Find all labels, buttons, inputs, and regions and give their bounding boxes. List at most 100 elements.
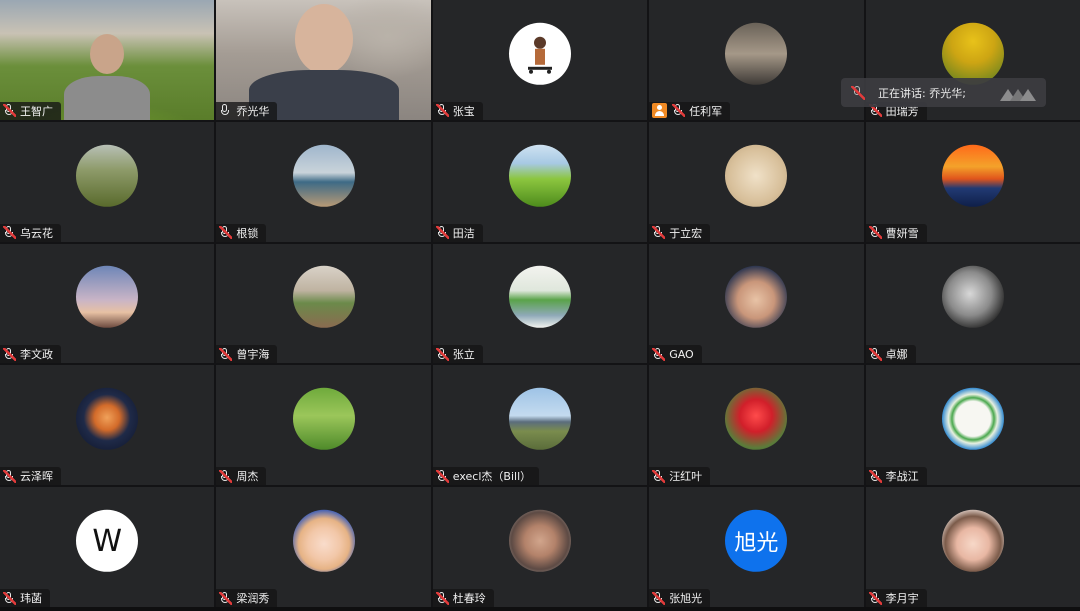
participant-tile[interactable]: 任利军: [649, 0, 864, 120]
participant-name: 李文政: [20, 348, 53, 362]
nameplate: 于立宏: [649, 223, 711, 242]
nameplate: 周杰: [216, 467, 267, 486]
participant-tile[interactable]: 田洁: [432, 121, 648, 242]
avatar: [941, 22, 1004, 85]
participant-tile[interactable]: 张宝: [432, 0, 648, 120]
participant-tile[interactable]: 梁润秀: [216, 487, 431, 607]
participant-tile[interactable]: 王智广: [0, 0, 215, 120]
participant-name: 乔光华: [236, 104, 270, 118]
mic-muted-icon: [868, 347, 882, 361]
active-speaker-text: 正在讲话: 乔光华;: [878, 86, 966, 100]
avatar: [941, 266, 1004, 329]
participant-tile[interactable]: execl杰（Bill）: [432, 365, 648, 486]
mic-muted-icon: [435, 591, 449, 605]
mic-muted-icon: [3, 226, 16, 240]
participant-name: 任利军: [689, 104, 723, 118]
avatar: [725, 266, 788, 329]
mic-muted-icon: [672, 104, 686, 118]
mic-muted-icon: [868, 469, 882, 483]
participant-name: 根锁: [236, 226, 259, 240]
participant-tile[interactable]: 云泽晖: [0, 365, 215, 486]
nameplate: 李战江: [865, 467, 927, 486]
avatar: [292, 509, 355, 572]
participant-tile[interactable]: W 玮菡: [0, 487, 215, 607]
participant-name: 卓娜: [885, 348, 908, 362]
participant-name: 田洁: [452, 226, 475, 240]
nameplate: 梁润秀: [216, 589, 278, 607]
participant-tile[interactable]: 李月宇: [865, 487, 1080, 607]
avatar: [725, 22, 788, 85]
avatar: [725, 144, 788, 207]
participant-tile[interactable]: 李文政: [0, 243, 215, 364]
participant-tile[interactable]: 旭光 张旭光: [649, 487, 864, 607]
mic-muted-icon: [652, 591, 666, 605]
participant-name: 李战江: [885, 470, 919, 484]
nameplate: 云泽晖: [0, 467, 61, 486]
avatar-initials: 旭光: [734, 530, 779, 556]
participant-tile[interactable]: 卓娜: [865, 243, 1080, 364]
nameplate: 卓娜: [865, 345, 916, 364]
avatar: W: [76, 509, 139, 572]
nameplate: 乌云花: [0, 223, 61, 242]
mic-muted-icon: [435, 347, 449, 361]
mic-muted-icon: [3, 469, 16, 483]
avatar: [941, 509, 1004, 572]
participant-tile[interactable]: 根锁: [216, 121, 431, 242]
mic-muted-icon: [868, 226, 882, 240]
participant-tile[interactable]: 乌云花: [0, 121, 215, 242]
mic-muted-icon: [435, 104, 449, 118]
nameplate: 王智广: [0, 101, 61, 120]
participant-tile[interactable]: 曹妍雪: [865, 121, 1080, 242]
avatar: [508, 388, 571, 451]
participant-tile[interactable]: 张立: [432, 243, 648, 364]
avatar: [292, 144, 355, 207]
nameplate: 李文政: [0, 345, 61, 364]
mic-muted-icon: [219, 469, 233, 483]
mic-muted-icon: [3, 347, 16, 361]
avatar: [508, 266, 571, 329]
nameplate: 李月宇: [865, 589, 927, 607]
participant-name: 乌云花: [20, 226, 53, 240]
participant-name: 周杰: [236, 470, 259, 484]
participant-name: 王智广: [20, 104, 53, 118]
avatar-letter: W: [92, 523, 123, 559]
nameplate: 田洁: [432, 223, 483, 242]
nameplate: 任利军: [649, 101, 731, 120]
avatar: [941, 144, 1004, 207]
participant-tile[interactable]: 于立宏: [649, 121, 864, 242]
nameplate: 根锁: [216, 223, 267, 242]
nameplate: execl杰（Bill）: [432, 467, 540, 486]
nameplate: 杜春玲: [432, 589, 494, 607]
participant-tile[interactable]: 曾宇海: [216, 243, 431, 364]
watermark-icon: [1000, 89, 1036, 101]
nameplate: 张立: [432, 345, 483, 364]
participant-name: 李月宇: [885, 592, 919, 605]
participant-tile[interactable]: 周杰: [216, 365, 431, 486]
avatar: [508, 144, 571, 207]
nameplate: 张旭光: [649, 589, 711, 607]
participant-tile[interactable]: 李战江: [865, 365, 1080, 486]
participant-name: 张旭光: [669, 592, 703, 605]
participant-tile[interactable]: 杜春玲: [432, 487, 648, 607]
avatar: [508, 509, 571, 572]
participant-name: 张宝: [452, 104, 475, 118]
avatar: [941, 388, 1004, 451]
avatar: [292, 388, 355, 451]
participant-tile[interactable]: 汪红叶: [649, 365, 864, 486]
nameplate: GAO: [649, 345, 702, 364]
avatar: [725, 388, 788, 451]
mic-muted-icon: [868, 591, 882, 605]
mic-muted-icon: [652, 347, 666, 361]
bottom-edge: [0, 607, 1080, 611]
participant-figure: [64, 34, 151, 120]
participant-tile[interactable]: GAO: [649, 243, 864, 364]
participant-tile-active-speaker[interactable]: 乔光华: [216, 0, 431, 120]
avatar: [76, 388, 139, 451]
participant-name: 云泽晖: [20, 470, 53, 484]
nameplate: 乔光华: [216, 101, 278, 120]
participant-name: 张立: [452, 348, 475, 362]
avatar: [76, 144, 139, 207]
nameplate: 曹妍雪: [865, 223, 927, 242]
mic-muted-icon: [435, 469, 449, 483]
mic-muted-icon: [652, 226, 666, 240]
